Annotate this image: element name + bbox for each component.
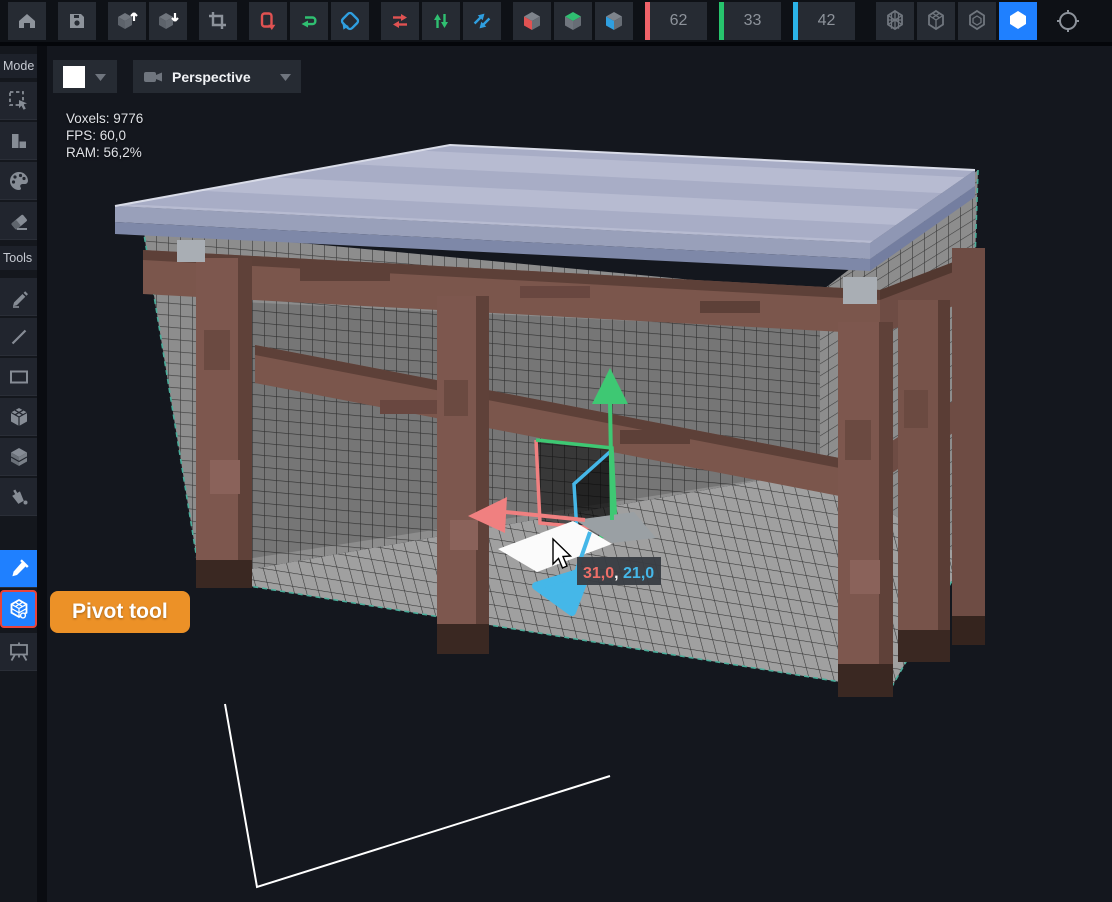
render-wire-button[interactable]: [917, 2, 955, 40]
color-picker-icon: [8, 558, 30, 580]
center-view-button[interactable]: [1049, 2, 1087, 40]
stat-fps: FPS: 60,0: [66, 127, 143, 144]
sidebar-item-box-tool[interactable]: [0, 398, 37, 436]
crosshair-icon: [1055, 8, 1081, 34]
line-icon: [8, 326, 30, 348]
viewport-stats: Voxels: 9776 FPS: 60,0 RAM: 56,2%: [66, 110, 143, 161]
viewport-3d[interactable]: 31,0, 21,0 Perspective Voxels: 9776 FPS:…: [37, 46, 1112, 902]
left-sidebar: Mode Tools: [0, 46, 37, 902]
flip-y-button[interactable]: [422, 2, 460, 40]
top-toolbar: 62 33 42: [0, 0, 1112, 46]
stat-voxels: Voxels: 9776: [66, 110, 143, 127]
coordinate-badge: 31,0, 21,0: [577, 557, 661, 585]
rotate-x-icon: [257, 10, 279, 32]
camera-icon: [143, 69, 163, 85]
size-z-field[interactable]: 42: [793, 2, 855, 40]
select-icon: [7, 89, 31, 113]
size-x-field[interactable]: 62: [645, 2, 707, 40]
sidebar-item-bucket-tool[interactable]: [0, 478, 37, 516]
chevron-down-icon: [95, 73, 106, 81]
flip-x-button[interactable]: [381, 2, 419, 40]
leg-cap-block: [177, 240, 205, 262]
svg-text:31,0, 21,0: 31,0, 21,0: [583, 565, 654, 582]
size-z-value: 42: [798, 12, 855, 30]
layer-up-button[interactable]: [108, 2, 146, 40]
flip-y-icon: [430, 10, 452, 32]
rotate-x-button[interactable]: [249, 2, 287, 40]
stat-ram: RAM: 56,2%: [66, 144, 143, 161]
sidebar-item-face-tool[interactable]: [0, 438, 37, 476]
cube-down-icon: [156, 9, 180, 33]
voxel-scene[interactable]: 31,0, 21,0: [37, 46, 1112, 902]
flip-x-icon: [389, 10, 411, 32]
mirror-z-cube-icon: [602, 9, 626, 33]
render-solid-cube-icon: [1006, 9, 1030, 33]
render-grid-button[interactable]: [876, 2, 914, 40]
pivot-cube-icon: [7, 597, 31, 621]
sidebar-item-palette-mode[interactable]: [0, 162, 37, 200]
render-outline-cube-icon: [965, 9, 989, 33]
camera-mode-label: Perspective: [172, 69, 251, 85]
pencil-icon: [8, 286, 30, 308]
sidebar-item-blocks-mode[interactable]: [0, 122, 37, 160]
sidebar-item-pivot-tool[interactable]: [0, 590, 37, 628]
rotate-y-button[interactable]: [290, 2, 328, 40]
camera-mode-dropdown[interactable]: Perspective: [133, 60, 301, 93]
chevron-down-icon: [280, 73, 291, 81]
mirror-x-cube-icon: [520, 9, 544, 33]
current-color-swatch: [63, 66, 85, 88]
color-swatch-button[interactable]: [53, 60, 117, 93]
coord-x-value: 31,0: [583, 565, 614, 582]
mirror-z-button[interactable]: [595, 2, 633, 40]
mirror-y-button[interactable]: [554, 2, 592, 40]
flip-z-button[interactable]: [463, 2, 501, 40]
size-y-value: 33: [724, 12, 781, 30]
render-outline-button[interactable]: [958, 2, 996, 40]
mirror-y-cube-icon: [561, 9, 585, 33]
palette-icon: [7, 169, 31, 193]
crop-icon: [207, 10, 229, 32]
coord-separator: ,: [614, 565, 623, 582]
sidebar-item-eraser-mode[interactable]: [0, 202, 37, 240]
sidebar-item-select-mode[interactable]: [0, 82, 37, 120]
rotate-z-icon: [339, 10, 361, 32]
size-x-value: 62: [650, 12, 707, 30]
rotate-y-icon: [298, 10, 320, 32]
cube-up-icon: [115, 9, 139, 33]
home-icon: [16, 10, 38, 32]
render-grid-cube-icon: [883, 9, 907, 33]
save-icon: [66, 10, 88, 32]
coord-z-value: 21,0: [623, 565, 654, 582]
layer-down-button[interactable]: [149, 2, 187, 40]
mode-section-label: Mode: [0, 54, 37, 78]
axis-guide-line: [225, 704, 610, 887]
render-solid-button[interactable]: [999, 2, 1037, 40]
crop-button[interactable]: [199, 2, 237, 40]
y-axis-line: [610, 402, 612, 520]
size-y-field[interactable]: 33: [719, 2, 781, 40]
rotate-z-button[interactable]: [331, 2, 369, 40]
mirror-x-button[interactable]: [513, 2, 551, 40]
leg-cap-block: [843, 277, 877, 304]
sidebar-item-line-tool[interactable]: [0, 318, 37, 356]
bucket-icon: [7, 485, 31, 509]
box-cube-icon: [7, 405, 31, 429]
sidebar-item-pencil-tool[interactable]: [0, 278, 37, 316]
pivot-tool-tooltip: Pivot tool: [50, 591, 190, 633]
sidebar-item-color-picker-tool[interactable]: [0, 550, 37, 588]
flip-z-icon: [471, 10, 493, 32]
face-cube-icon: [7, 445, 31, 469]
easel-icon: [7, 640, 31, 664]
tools-section-label: Tools: [0, 246, 37, 270]
save-button[interactable]: [58, 2, 96, 40]
rectangle-icon: [7, 365, 31, 389]
home-button[interactable]: [8, 2, 46, 40]
blocks-icon: [8, 130, 30, 152]
sidebar-item-frame-tool[interactable]: [0, 633, 37, 671]
sidebar-item-rectangle-tool[interactable]: [0, 358, 37, 396]
render-wire-cube-icon: [924, 9, 948, 33]
eraser-icon: [7, 209, 31, 233]
